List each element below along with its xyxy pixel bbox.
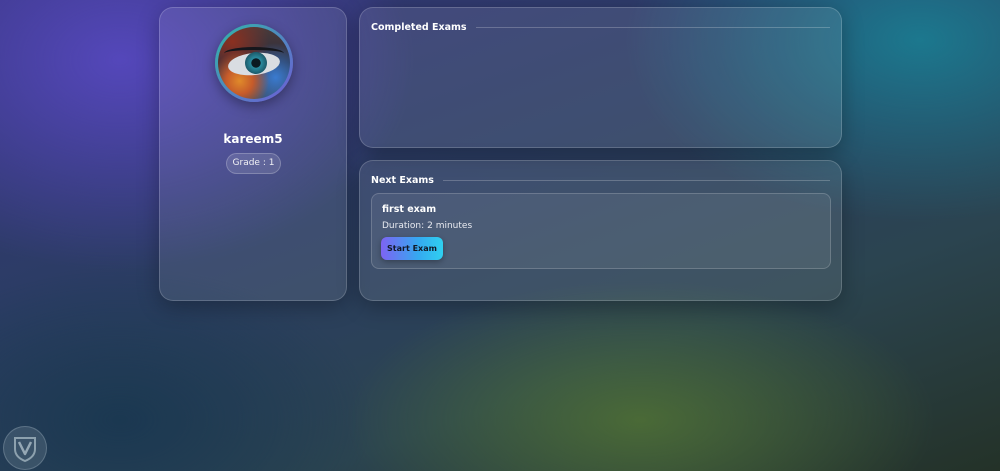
exam-title: first exam xyxy=(382,204,437,215)
next-exams-header: Next Exams xyxy=(371,173,830,187)
completed-exams-card: Completed Exams xyxy=(359,7,842,148)
v-shield-logo-icon-svg xyxy=(14,437,36,463)
exam-item: first exam Duration: 2 minutes Start Exam xyxy=(371,193,831,269)
profile-card: kareem5 Grade : 1 xyxy=(159,7,347,301)
completed-exams-title: Completed Exams xyxy=(371,21,467,33)
username: kareem5 xyxy=(223,132,283,146)
avatar xyxy=(215,24,293,102)
start-exam-button[interactable]: Start Exam xyxy=(381,237,443,260)
section-divider xyxy=(442,179,830,181)
next-exams-card: Next Exams first exam Duration: 2 minutes… xyxy=(359,160,842,301)
exam-duration: Duration: 2 minutes xyxy=(382,221,472,231)
exam-duration-label: Duration: xyxy=(382,221,425,231)
completed-exams-header: Completed Exams xyxy=(371,20,830,34)
next-exams-title: Next Exams xyxy=(371,174,434,186)
grade-badge: Grade : 1 xyxy=(226,153,281,174)
v-shield-logo-icon xyxy=(3,426,47,470)
section-divider xyxy=(475,26,830,28)
avatar-photo xyxy=(218,27,290,99)
exam-duration-value: 2 minutes xyxy=(427,221,473,231)
